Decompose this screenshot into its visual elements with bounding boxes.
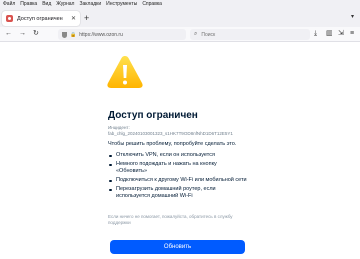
tracking-shield-icon[interactable] bbox=[62, 31, 67, 38]
reload-icon[interactable]: ↻ bbox=[33, 29, 39, 39]
tab-list-chevron-icon[interactable]: ▾ bbox=[351, 13, 354, 20]
menu-tools[interactable]: Инструменты bbox=[106, 0, 137, 9]
intro-text: Чтобы решить проблему, попробуйте сделат… bbox=[108, 141, 237, 147]
menu-help[interactable]: Справка bbox=[142, 0, 162, 9]
page-title: Доступ ограничен bbox=[108, 110, 198, 121]
download-icon[interactable]: ⤓ bbox=[314, 29, 317, 39]
library-icon[interactable]: ▥ bbox=[326, 29, 333, 39]
close-tab-icon[interactable]: ✕ bbox=[71, 15, 76, 22]
menu-hamburger-icon[interactable]: ≡ bbox=[350, 29, 354, 39]
warning-icon bbox=[107, 56, 143, 88]
address-bar[interactable]: 🔒 https://www.ozon.ru bbox=[58, 29, 186, 40]
menu-view[interactable]: Вид bbox=[42, 0, 51, 9]
url-text: https://www.ozon.ru bbox=[79, 31, 123, 38]
reload-button[interactable]: Обновить bbox=[110, 240, 245, 254]
new-tab-plus-icon[interactable]: + bbox=[84, 12, 89, 24]
menu-bar: Файл Правка Вид Журнал Закладки Инструме… bbox=[0, 0, 360, 9]
forward-arrow-icon[interactable]: → bbox=[19, 29, 26, 39]
extensions-icon[interactable]: ⇲ bbox=[338, 29, 344, 39]
back-arrow-icon[interactable]: ← bbox=[5, 29, 12, 39]
tip-item: Перезагрузить домашний роутер, если испо… bbox=[108, 186, 248, 200]
tips-list: Отключить VPN, если он используется Немн… bbox=[108, 152, 248, 202]
menu-file[interactable]: Файл bbox=[3, 0, 15, 9]
lock-icon[interactable]: 🔒 bbox=[70, 32, 76, 38]
site-favicon-icon bbox=[6, 15, 13, 22]
navigation-toolbar: ← → ↻ 🔒 https://www.ozon.ru ⌕ ⤓ ▥ ⇲ ≡ bbox=[0, 27, 360, 42]
support-note: Если ничего не помогает, пожалуйста, обр… bbox=[108, 214, 233, 225]
tip-item: Отключить VPN, если он используется bbox=[108, 152, 248, 159]
tab-title: Доступ ограничен bbox=[17, 15, 63, 22]
search-box[interactable]: ⌕ bbox=[190, 29, 310, 40]
search-icon: ⌕ bbox=[194, 31, 198, 37]
browser-tab[interactable]: Доступ ограничен ✕ bbox=[2, 11, 80, 26]
menu-history[interactable]: Журнал bbox=[56, 0, 74, 9]
menu-edit[interactable]: Правка bbox=[20, 0, 37, 9]
tip-item: Подключиться к другому Wi-Fi или мобильн… bbox=[108, 177, 248, 184]
page-content: Доступ ограничен Инцидент: fab_chlg_2024… bbox=[0, 42, 360, 259]
tab-bar: Доступ ограничен ✕ + ▾ bbox=[0, 9, 360, 27]
search-input[interactable] bbox=[201, 31, 302, 38]
menu-bookmarks[interactable]: Закладки bbox=[79, 0, 101, 9]
tip-item: Немного подождать и нажать на кнопку «Об… bbox=[108, 161, 248, 175]
incident-id: Инцидент: fab_chlg_20240103001323_s1HK7T… bbox=[108, 125, 233, 136]
